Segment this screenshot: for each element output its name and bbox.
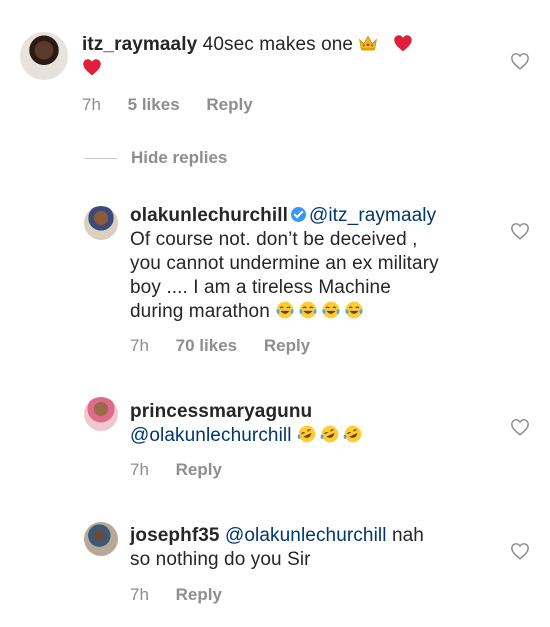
comment-meta: 7h Reply	[130, 585, 244, 605]
comment-username[interactable]: josephf35	[130, 525, 220, 546]
likes-count[interactable]: 70 likes	[176, 336, 237, 355]
comment-text: 40sec makes one	[202, 34, 354, 55]
rofl-emoji-icon	[297, 424, 317, 444]
comment-username[interactable]: olakunlechurchill	[130, 205, 288, 226]
comment-text-line: boy .... I am a tireless Machine	[130, 277, 391, 298]
heart-icon[interactable]	[510, 222, 530, 240]
heart-icon[interactable]	[510, 52, 530, 70]
heart-icon[interactable]	[510, 418, 530, 436]
avatar[interactable]	[84, 522, 118, 556]
comment-meta: 7h Reply	[130, 460, 244, 480]
tears-of-joy-emoji-icon	[344, 300, 364, 320]
avatar[interactable]	[84, 206, 118, 240]
comment-username[interactable]: itz_raymaaly	[82, 34, 197, 55]
mention-link[interactable]: @itz_raymaaly	[309, 205, 436, 226]
reply-button[interactable]: Reply	[206, 95, 252, 114]
tears-of-joy-emoji-icon	[321, 300, 341, 320]
reply-button[interactable]: Reply	[264, 336, 310, 355]
rofl-emoji-icon	[343, 424, 363, 444]
tears-of-joy-emoji-icon	[275, 300, 295, 320]
comment-time: 7h	[130, 585, 149, 604]
avatar[interactable]	[84, 397, 118, 431]
reply-button[interactable]: Reply	[176, 585, 222, 604]
crown-emoji-icon	[358, 33, 378, 53]
comment-time: 7h	[130, 336, 149, 355]
comment-text: nah	[391, 525, 424, 546]
comment-meta: 7h 5 likes Reply	[82, 95, 275, 115]
avatar[interactable]	[20, 32, 68, 80]
comment-time: 7h	[82, 95, 101, 114]
divider	[84, 158, 117, 160]
comment-time: 7h	[130, 460, 149, 479]
red-heart-emoji-icon	[393, 33, 413, 53]
likes-count[interactable]: 5 likes	[128, 95, 180, 114]
mention-link[interactable]: @olakunlechurchill	[225, 525, 387, 546]
comment-username[interactable]: princessmaryagunu	[130, 401, 312, 422]
red-heart-emoji-icon	[82, 57, 102, 77]
mention-link[interactable]: @olakunlechurchill	[130, 425, 292, 446]
comment-text-line: you cannot undermine an ex military	[130, 253, 439, 274]
heart-icon[interactable]	[510, 542, 530, 560]
comment-text-line: Of course not. don’t be deceived ,	[130, 229, 418, 250]
verified-badge-icon	[290, 207, 306, 222]
hide-replies-label: Hide replies	[131, 148, 228, 167]
comment-body: josephf35 @olakunlechurchill nah so noth…	[130, 524, 424, 572]
reply-button[interactable]: Reply	[176, 460, 222, 479]
comment-body: princessmaryagunu @olakunlechurchill	[130, 400, 366, 448]
comment-text-line: during marathon	[130, 301, 270, 322]
comment-meta: 7h 70 likes Reply	[130, 336, 332, 356]
comment-text-line: so nothing do you Sir	[130, 549, 311, 570]
rofl-emoji-icon	[320, 424, 340, 444]
comment-body: olakunlechurchill @itz_raymaaly Of course…	[130, 204, 439, 324]
tears-of-joy-emoji-icon	[298, 300, 318, 320]
hide-replies-button[interactable]: Hide replies	[84, 148, 227, 168]
comment-body: itz_raymaaly 40sec makes one	[82, 33, 416, 81]
